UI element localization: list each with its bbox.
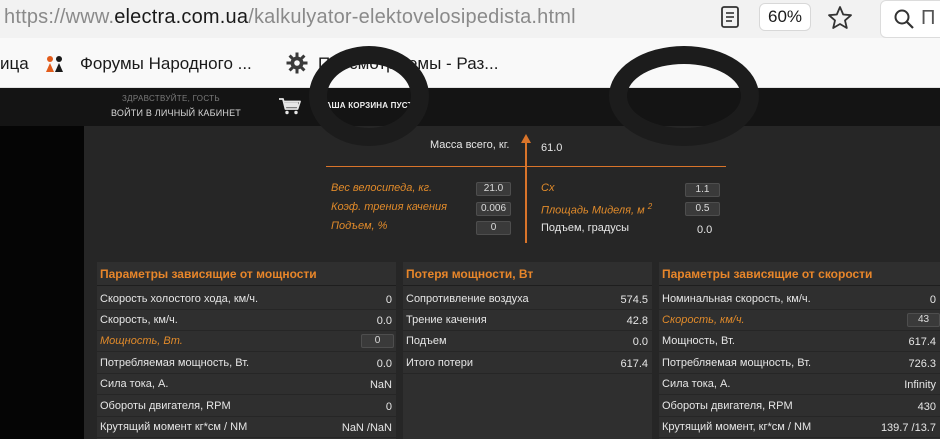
calculator: Масса всего, кг. 61.0 Вес велосипеда, кг… [0, 0, 940, 439]
table-row: Крутящий момент, кг*см / NM 139.7 /13.7 [659, 417, 940, 438]
cx-input[interactable]: 1.1 [685, 183, 720, 197]
row-label: Сопротивление воздуха [406, 293, 529, 305]
row-value: 0.0 [376, 315, 392, 327]
row-value: 0 [929, 294, 936, 306]
axis-horizontal [326, 166, 726, 167]
table-row: Сила тока, А. Infinity [659, 374, 940, 395]
frontal-area-label: Площадь Миделя, м 2 [541, 202, 652, 217]
row-label: Итого потери [406, 357, 474, 369]
row-value: 430 [917, 401, 936, 413]
slope-percent-input[interactable]: 0 [476, 221, 511, 235]
power-loss-panel: Потеря мощности, Вт Сопротивление воздух… [403, 262, 652, 439]
frontal-area-input[interactable]: 0.5 [685, 202, 720, 216]
power-input[interactable]: 0 [361, 334, 394, 348]
row-label: Скорость холостого хода, км/ч. [100, 293, 259, 305]
axis-vertical [525, 140, 527, 243]
power-panel-title: Параметры зависящие от мощности [97, 262, 396, 286]
table-row: Мощность, Вт. 0 [97, 331, 396, 352]
table-row: Обороты двигателя, RPM 430 [659, 396, 940, 417]
row-label: Мощность, Вт. [100, 335, 183, 347]
speed-panel-title: Параметры зависящие от скорости [659, 262, 940, 286]
row-label: Мощность, Вт. [662, 335, 735, 347]
row-value: Infinity [904, 379, 936, 391]
table-row: Потребляемая мощность, Вт. 726.3 [659, 353, 940, 374]
row-label: Крутящий момент, кг*см / NM [662, 421, 812, 433]
row-value: 0 [385, 294, 392, 306]
table-row: Номинальная скорость, км/ч. 0 [659, 289, 940, 310]
table-row: Сила тока, А. NaN [97, 374, 396, 395]
row-value: 42.8 [626, 315, 648, 327]
row-value: 726.3 [908, 358, 936, 370]
mass-total-value: 61.0 [541, 142, 563, 154]
row-value: 0 [385, 401, 392, 413]
table-row: Скорость, км/ч. 43 [659, 310, 940, 331]
cx-label: Cx [541, 182, 555, 194]
rolling-coef-label: Коэф. трения качения [331, 201, 447, 213]
table-row: Мощность, Вт. 617.4 [659, 331, 940, 352]
row-label: Сила тока, А. [662, 378, 731, 390]
table-row: Сопротивление воздуха 574.5 [403, 289, 652, 310]
table-row: Подъем 0.0 [403, 331, 652, 352]
row-label: Потребляемая мощность, Вт. [100, 357, 250, 369]
table-row: Скорость, км/ч. 0.0 [97, 310, 396, 331]
speed-params-panel: Параметры зависящие от скорости Номиналь… [659, 262, 940, 439]
axis-arrow [521, 134, 531, 143]
row-label: Обороты двигателя, RPM [100, 400, 231, 412]
table-row: Скорость холостого хода, км/ч. 0 [97, 289, 396, 310]
row-value: 0.0 [376, 358, 392, 370]
row-value: 617.4 [908, 336, 936, 348]
row-label: Сила тока, А. [100, 378, 169, 390]
mass-total-label: Масса всего, кг. [430, 139, 510, 151]
power-params-panel: Параметры зависящие от мощности Скорость… [97, 262, 396, 439]
row-value: NaN [369, 379, 392, 391]
row-label: Трение качения [406, 314, 487, 326]
row-value: 574.5 [620, 294, 648, 306]
table-row: Крутящий момент кг*см / NM NaN /NaN [97, 417, 396, 438]
row-label: Скорость, км/ч. [662, 314, 745, 326]
row-value: 617.4 [620, 358, 648, 370]
row-label: Обороты двигателя, RPM [662, 400, 793, 412]
bike-weight-label: Вес велосипеда, кг. [331, 182, 433, 194]
table-row: Итого потери 617.4 [403, 353, 652, 374]
bike-weight-input[interactable]: 21.0 [476, 182, 511, 196]
row-label: Крутящий момент кг*см / NM [100, 421, 248, 433]
row-label: Потребляемая мощность, Вт. [662, 357, 812, 369]
row-label: Номинальная скорость, км/ч. [662, 293, 811, 305]
row-value: NaN /NaN [341, 422, 392, 434]
slope-degrees-value: 0.0 [697, 224, 713, 236]
table-row: Потребляемая мощность, Вт. 0.0 [97, 353, 396, 374]
loss-panel-title: Потеря мощности, Вт [403, 262, 652, 286]
row-label: Подъем [406, 335, 447, 347]
frontal-area-label-text: Площадь Миделя, м [541, 204, 645, 217]
row-label: Скорость, км/ч. [100, 314, 178, 326]
row-value: 139.7 /13.7 [880, 422, 936, 434]
frontal-area-exponent: 2 [647, 202, 653, 211]
table-row: Трение качения 42.8 [403, 310, 652, 331]
speed-input[interactable]: 43 [907, 313, 940, 327]
slope-degrees-label: Подъем, градусы [541, 222, 630, 234]
row-value: 0.0 [632, 336, 648, 348]
table-row: Обороты двигателя, RPM 0 [97, 396, 396, 417]
rolling-coef-input[interactable]: 0.006 [476, 202, 511, 216]
slope-percent-label: Подъем, % [331, 220, 388, 232]
